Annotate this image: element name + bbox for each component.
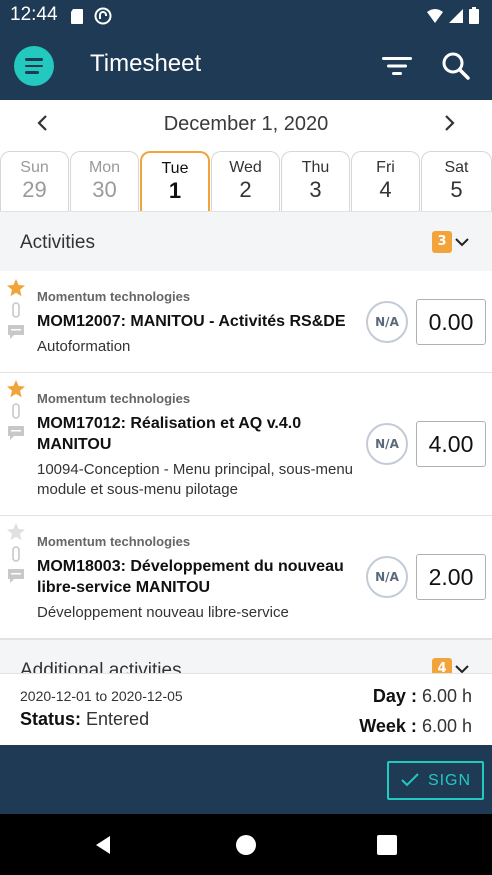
day-tab-wed[interactable]: Wed 2 (211, 151, 280, 211)
additional-activities-header[interactable]: Additional activities 4 (0, 639, 492, 673)
day-number: 30 (92, 177, 117, 202)
activity-description: Développement nouveau libre-service (37, 604, 289, 621)
back-icon[interactable] (92, 834, 114, 856)
activity-company: Momentum technologies (37, 289, 191, 304)
star-icon[interactable] (6, 278, 26, 298)
na-button[interactable]: N/A (366, 556, 408, 598)
activity-row[interactable]: Momentum technologies MOM17012: Réalisat… (0, 373, 492, 516)
star-outline-icon[interactable] (6, 522, 26, 542)
day-tab-fri[interactable]: Fri 4 (351, 151, 420, 211)
day-name: Sat (444, 159, 469, 176)
comment-icon[interactable] (7, 425, 25, 441)
activity-company: Momentum technologies (37, 391, 191, 406)
day-number: 4 (379, 177, 392, 202)
additional-count-badge: 4 (432, 658, 452, 673)
activity-row[interactable]: Momentum technologies MOM18003: Développ… (0, 516, 492, 639)
day-name: Sun (20, 159, 49, 176)
status-label: Status: (20, 709, 82, 729)
app-bar: Timesheet (0, 32, 492, 100)
filter-icon[interactable] (380, 52, 414, 80)
activities-section-header[interactable]: Activities 3 (0, 211, 492, 271)
na-button[interactable]: N/A (366, 423, 408, 465)
day-tab-tue[interactable]: Tue 1 (140, 151, 210, 211)
status-bar: 12:44 (0, 0, 492, 32)
chevron-right-icon[interactable] (436, 110, 462, 136)
day-total-value: 6.00 h (421, 686, 472, 706)
activities-label: Activities (20, 232, 95, 253)
menu-button[interactable] (14, 46, 54, 86)
activity-description: Autoformation (37, 338, 131, 355)
attachment-icon[interactable] (10, 302, 22, 318)
day-name: Wed (229, 159, 262, 176)
timesheet-summary: 2020-12-01 to 2020-12-05 Status: Entered… (0, 673, 492, 745)
page-title: Timesheet (90, 50, 202, 77)
activity-company: Momentum technologies (37, 534, 191, 549)
search-icon[interactable] (440, 50, 472, 82)
sign-label: SIGN (427, 772, 472, 789)
activity-title: MOM17012: Réalisation et AQ v.4.0 MANITO… (37, 415, 302, 453)
activities-count-badge: 3 (432, 231, 452, 253)
activity-row[interactable]: Momentum technologies MOM12007: MANITOU … (0, 272, 492, 373)
chevron-down-icon[interactable] (453, 660, 471, 673)
day-number: 2 (239, 177, 252, 202)
day-number: 3 (309, 177, 322, 202)
attachment-icon[interactable] (10, 546, 22, 562)
date-range: 2020-12-01 to 2020-12-05 (20, 688, 183, 704)
comment-icon[interactable] (7, 324, 25, 340)
current-date[interactable]: December 1, 2020 (0, 113, 492, 136)
status-time: 12:44 (10, 4, 58, 25)
date-navigation: December 1, 2020 (0, 100, 492, 152)
android-navigation-bar (0, 814, 492, 875)
day-tab-sat[interactable]: Sat 5 (421, 151, 492, 211)
day-total: Day : 6.00 h (373, 686, 472, 707)
additional-activities-label: Additional activities (20, 660, 182, 673)
day-number: 5 (450, 177, 463, 202)
day-name: Thu (301, 159, 330, 176)
battery-icon (469, 7, 479, 24)
sign-button[interactable]: SIGN (387, 761, 484, 800)
signal-icon (449, 9, 463, 23)
hours-input[interactable]: 2.00 (416, 554, 486, 600)
activity-description: 10094-Conception - Menu principal, sous-… (37, 461, 354, 498)
sync-icon (94, 7, 112, 25)
attachment-icon[interactable] (10, 403, 22, 419)
activity-title: MOM12007: MANITOU - Activités RS&DE (37, 313, 346, 330)
day-tab-mon[interactable]: Mon 30 (70, 151, 139, 211)
day-number: 1 (168, 178, 182, 203)
week-total-value: 6.00 h (421, 716, 472, 736)
week-day-strip: Sun 29 Mon 30 Tue 1 Wed 2 Thu 3 Fri 4 Sa… (0, 151, 492, 211)
star-icon[interactable] (6, 379, 26, 399)
status-line: Status: Entered (20, 709, 149, 730)
sd-card-icon (71, 9, 83, 24)
day-name: Fri (376, 159, 395, 176)
check-icon (401, 773, 419, 787)
day-tab-sun[interactable]: Sun 29 (0, 151, 69, 211)
footer-bar: SIGN (0, 745, 492, 814)
comment-icon[interactable] (7, 568, 25, 584)
hours-input[interactable]: 0.00 (416, 299, 486, 345)
hours-input[interactable]: 4.00 (416, 421, 486, 467)
day-number: 29 (22, 177, 47, 202)
status-value: Entered (86, 709, 150, 729)
activity-title: MOM18003: Développement du nouveau libre… (37, 558, 344, 596)
day-name: Tue (161, 160, 189, 177)
home-icon[interactable] (236, 835, 256, 855)
day-tab-thu[interactable]: Thu 3 (281, 151, 350, 211)
day-name: Mon (88, 159, 121, 176)
recent-apps-icon[interactable] (377, 835, 397, 855)
chevron-down-icon[interactable] (453, 233, 471, 251)
wifi-icon (427, 9, 443, 23)
day-total-label: Day : (372, 686, 417, 706)
na-button[interactable]: N/A (366, 301, 408, 343)
week-total: Week : 6.00 h (359, 716, 472, 737)
week-total-label: Week : (359, 716, 417, 736)
